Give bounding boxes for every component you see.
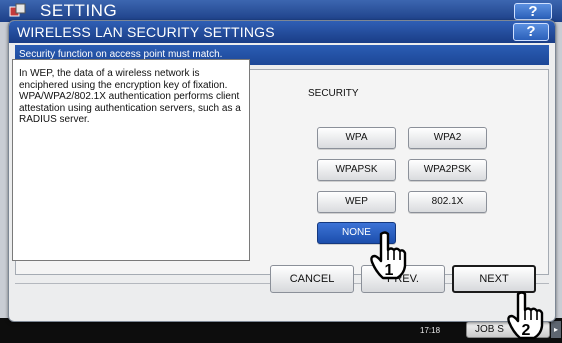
security-label: SECURITY <box>308 88 359 99</box>
settings-icon <box>9 3 26 17</box>
hand-pointer-icon: 2 <box>507 291 544 340</box>
hand-pointer-icon: 1 <box>370 231 407 280</box>
help-button[interactable]: ? <box>513 23 549 41</box>
callout-2: 2 <box>522 322 531 339</box>
dialog-titlebar: WIRELESS LAN SECURITY SETTINGS ? <box>9 21 555 43</box>
background-header: SETTING ? <box>0 0 562 22</box>
background-title: SETTING <box>40 1 118 20</box>
security-option-8021x[interactable]: 802.1X <box>408 191 487 213</box>
security-option-wpa[interactable]: WPA <box>317 127 396 149</box>
info-text-box: In WEP, the data of a wireless network i… <box>12 59 250 261</box>
scroll-right-icon[interactable]: ▸ <box>551 321 561 338</box>
security-option-wep[interactable]: WEP <box>317 191 396 213</box>
security-option-wpa2[interactable]: WPA2 <box>408 127 487 149</box>
dialog-title: WIRELESS LAN SECURITY SETTINGS <box>17 24 275 40</box>
clock: 17:18 <box>420 326 441 335</box>
cancel-button[interactable]: CANCEL <box>270 265 354 293</box>
callout-1: 1 <box>385 262 394 279</box>
background-help-button[interactable]: ? <box>514 3 552 20</box>
security-option-wpapsk[interactable]: WPAPSK <box>317 159 396 181</box>
next-button[interactable]: NEXT <box>452 265 536 293</box>
security-option-wpa2psk[interactable]: WPA2PSK <box>408 159 487 181</box>
